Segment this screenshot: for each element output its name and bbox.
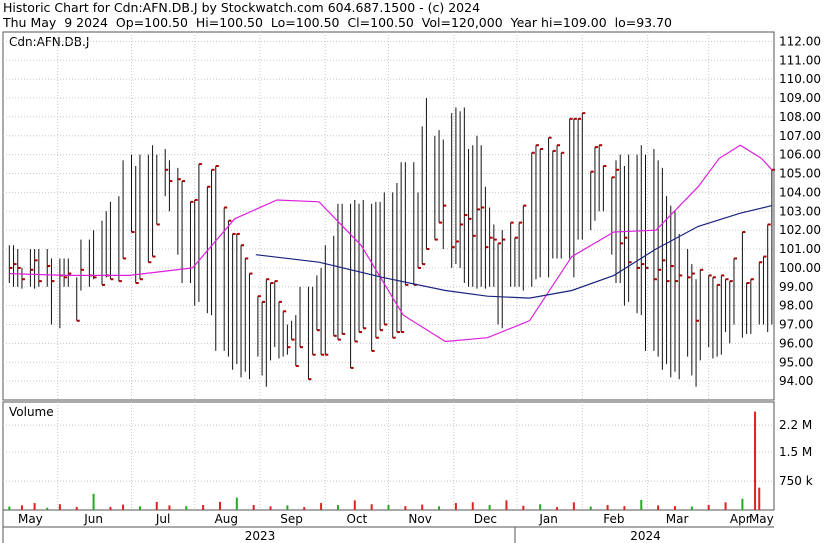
long-moving-average-line: [255, 205, 773, 299]
volume-tick-label: 1.5 M: [779, 445, 812, 459]
month-label: Mar: [666, 512, 689, 526]
price-tick-label: 100.00: [779, 261, 821, 275]
price-tick-label: 99.00: [779, 280, 813, 294]
month-label: Jan: [538, 512, 558, 526]
month-label: Sep: [280, 512, 303, 526]
price-tick-label: 104.00: [779, 185, 821, 199]
price-tick-label: 111.00: [779, 53, 821, 67]
month-label: Dec: [474, 512, 497, 526]
price-panel-title: Cdn:AFN.DB.J: [9, 35, 89, 49]
month-label: May: [18, 512, 43, 526]
year-label: 2024: [630, 529, 661, 543]
short-moving-average-line: [9, 144, 773, 343]
price-tick-label: 101.00: [779, 242, 821, 256]
volume-panel-title: Volume: [9, 405, 54, 419]
price-tick-label: 108.00: [779, 110, 821, 124]
month-label: Oct: [347, 512, 368, 526]
price-tick-label: 110.00: [779, 72, 821, 86]
month-label: Nov: [408, 512, 431, 526]
volume-tick-label: 2.2 M: [779, 418, 812, 432]
price-tick-label: 107.00: [779, 129, 821, 143]
month-label: Jun: [83, 512, 103, 526]
price-tick-label: 106.00: [779, 148, 821, 162]
volume-tick-label: 750 k: [779, 474, 813, 488]
price-tick-label: 98.00: [779, 299, 813, 313]
price-tick-label: 105.00: [779, 167, 821, 181]
price-tick-label: 112.00: [779, 34, 821, 48]
month-label: Feb: [603, 512, 624, 526]
year-label: 2023: [245, 529, 276, 543]
month-label: Jul: [155, 512, 170, 526]
price-tick-label: 94.00: [779, 374, 813, 388]
price-tick-label: 96.00: [779, 336, 813, 350]
month-label: May: [749, 512, 774, 526]
price-tick-label: 95.00: [779, 355, 813, 369]
month-label: Aug: [215, 512, 238, 526]
price-tick-label: 102.00: [779, 223, 821, 237]
price-volume-chart: Cdn:AFN.DB.J Volume 112.00 111.00 110.00 10…: [2, 31, 821, 543]
price-tick-label: 103.00: [779, 204, 821, 218]
month-label: Apr: [730, 512, 751, 526]
price-tick-label: 109.00: [779, 91, 821, 105]
price-tick-label: 97.00: [779, 318, 813, 332]
